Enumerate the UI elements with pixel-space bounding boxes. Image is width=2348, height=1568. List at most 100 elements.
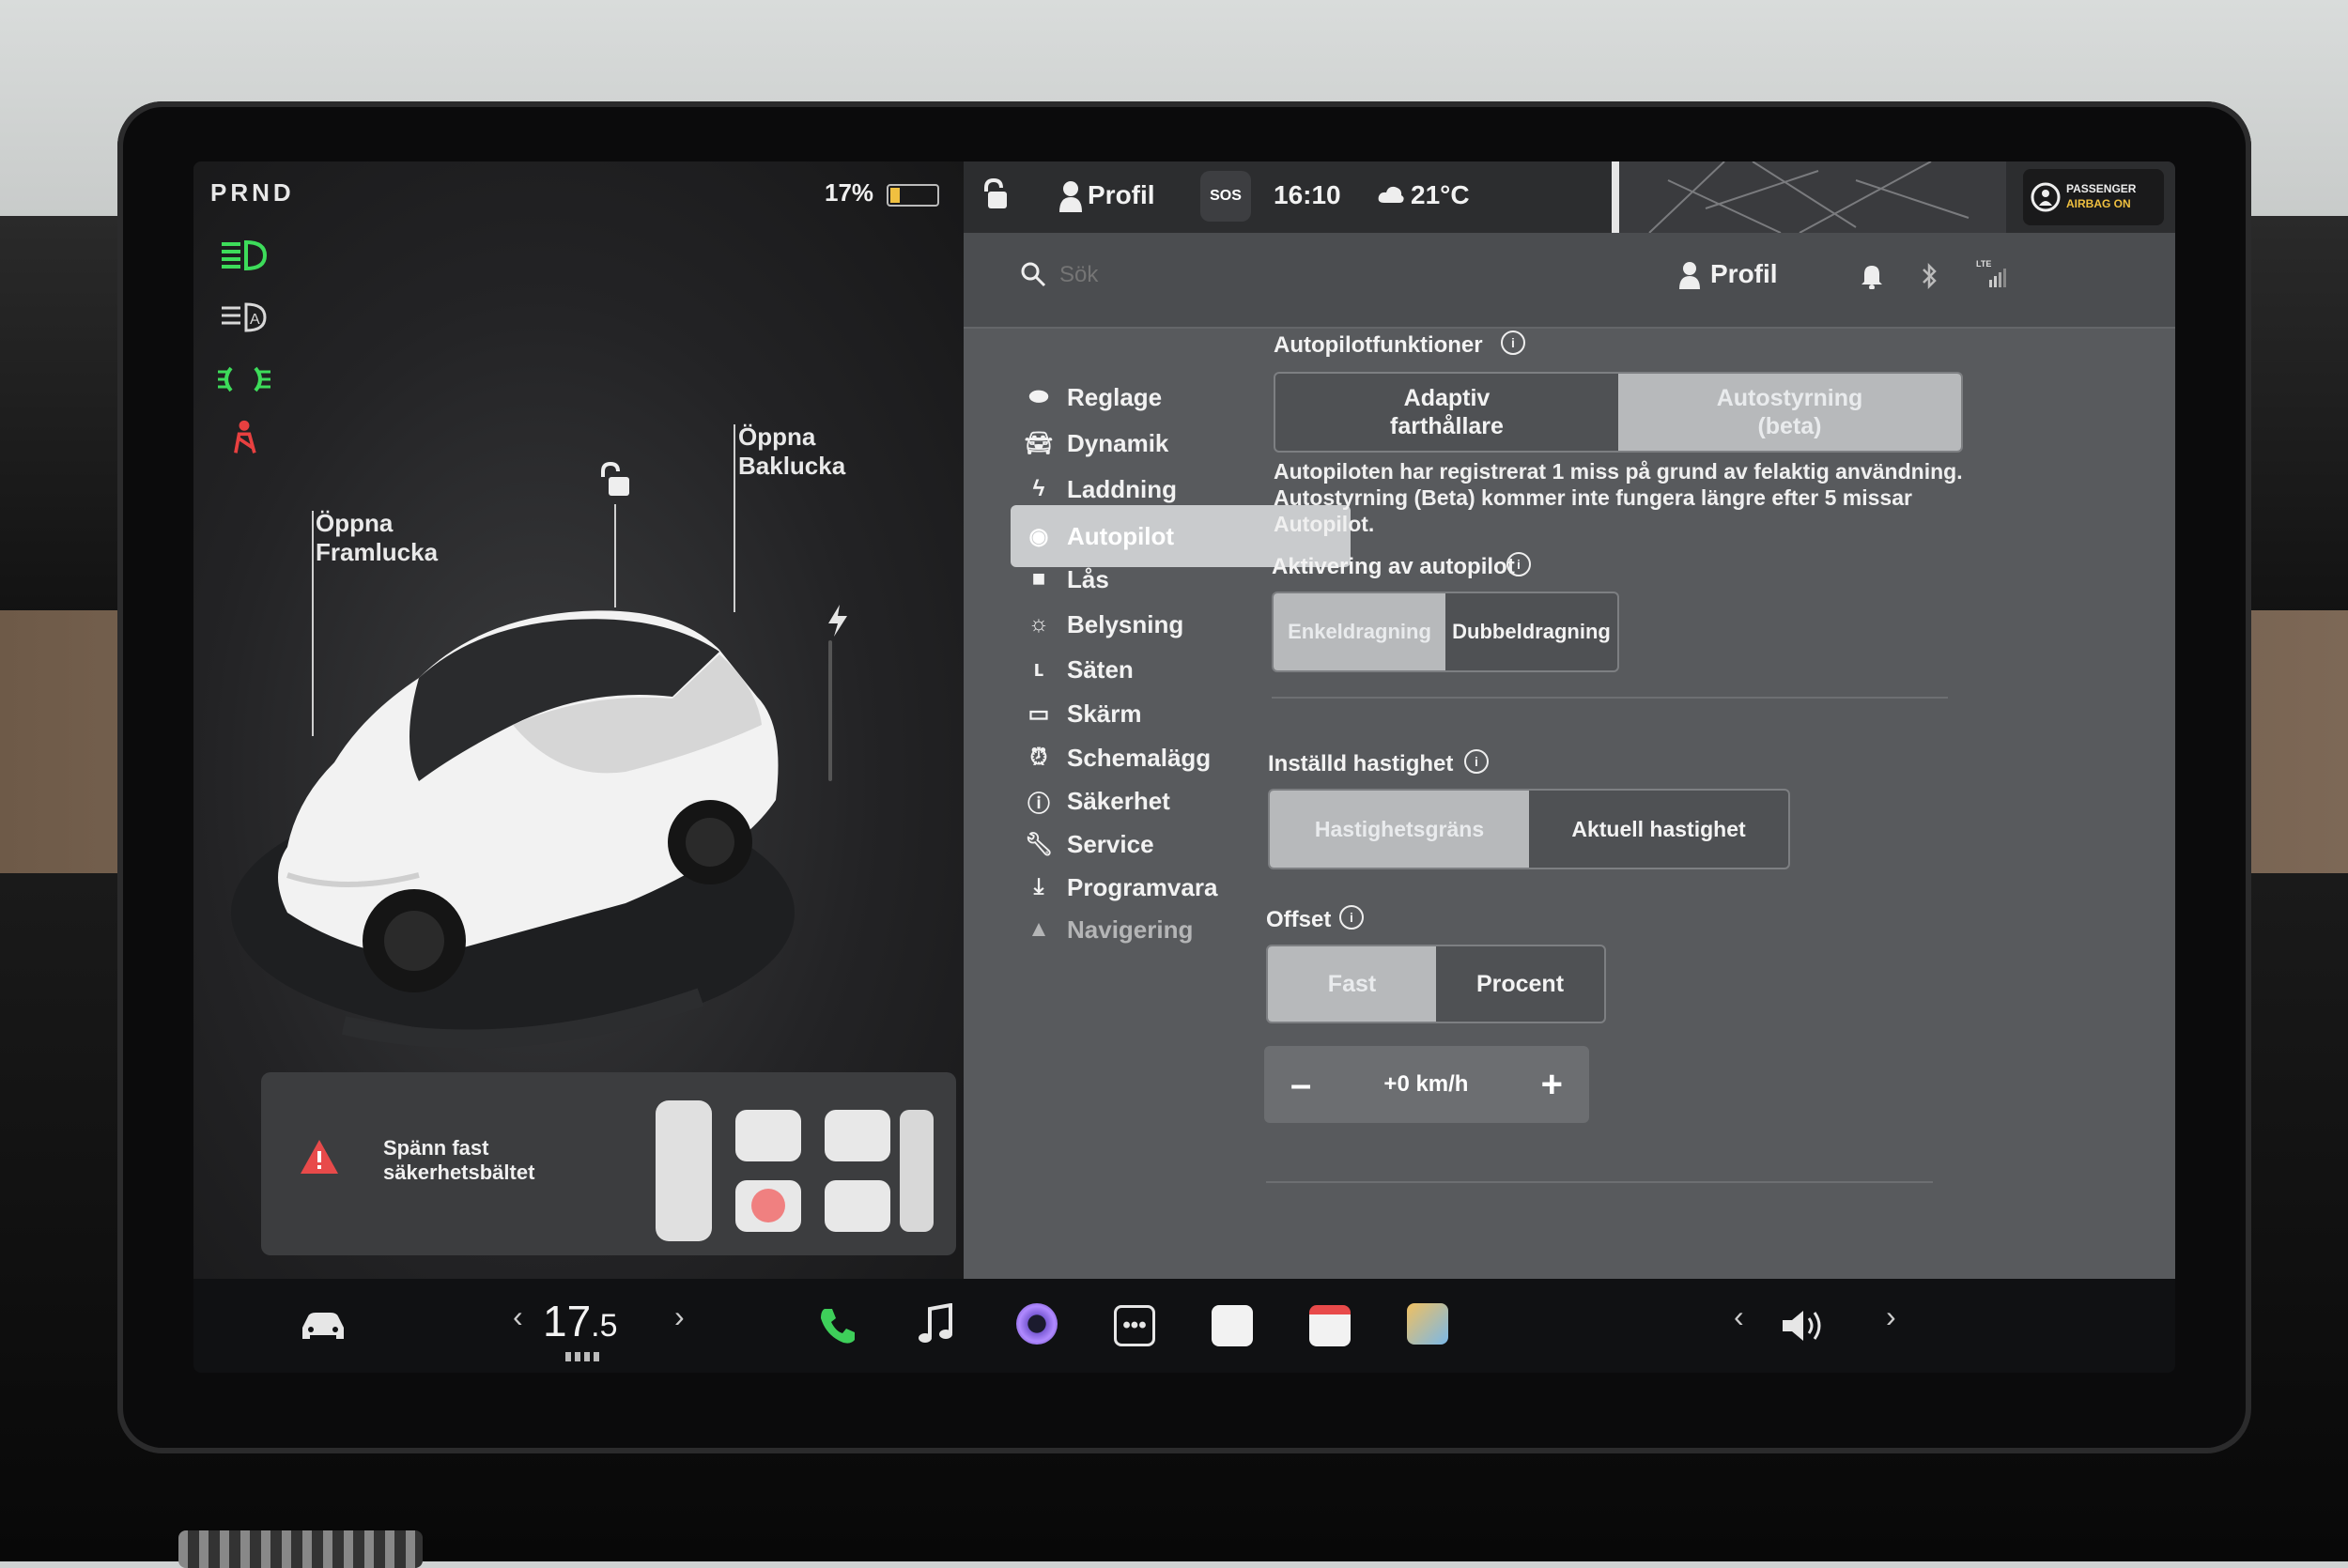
profile-icon[interactable]	[1677, 261, 1702, 289]
camera-icon[interactable]	[1016, 1303, 1058, 1345]
airbag-icon	[2031, 182, 2061, 212]
seatbelt-alert-text: Spänn fast säkerhetsbältet	[383, 1136, 535, 1184]
map-preview[interactable]	[1612, 161, 2006, 234]
clock: 16:10	[1274, 180, 1341, 209]
battery-level	[890, 188, 900, 203]
nav-item-label: Reglage	[1067, 382, 1163, 411]
battery-percent: 17%	[825, 178, 874, 207]
trunk-open-button[interactable]: Öppna Baklucka	[738, 423, 845, 481]
toggle-icon: ⬬	[1028, 384, 1049, 409]
seatbelt-warning-icon	[234, 420, 256, 453]
more-apps-icon[interactable]: •••	[1114, 1305, 1155, 1346]
search-icon[interactable]	[1020, 261, 1046, 287]
outside-temperature: 21°C	[1411, 180, 1470, 209]
bluetooth-icon[interactable]	[1920, 261, 1939, 291]
temp-integer: 17	[543, 1297, 592, 1345]
nav-item-label: Autopilot	[1067, 521, 1175, 550]
alert-circle-icon: ⓘ	[1027, 791, 1050, 817]
warning-triangle-icon	[301, 1140, 338, 1174]
offset-value: +0 km/h	[1383, 1071, 1469, 1097]
unlock-icon[interactable]	[597, 462, 631, 500]
option-double-pull[interactable]: Dubbeldragning	[1445, 593, 1617, 670]
nav-item-label: Skärm	[1067, 699, 1142, 728]
divider	[1272, 697, 1948, 699]
nav-item-label: Navigering	[1067, 915, 1194, 944]
autopilot-features-selector: Adaptiv farthållare Autostyrning (beta)	[1274, 372, 1963, 453]
info-icon[interactable]: i	[1506, 552, 1531, 576]
search-bar: Profil LTE	[964, 233, 2175, 329]
parking-lights-icon	[218, 366, 270, 392]
temp-decrease-button[interactable]: ‹	[513, 1299, 523, 1334]
option-autosteer-beta[interactable]: Autostyrning (beta)	[1618, 374, 1961, 451]
sos-button[interactable]: SOS	[1200, 171, 1251, 222]
lightning-icon: ϟ	[1032, 476, 1045, 501]
notes-icon[interactable]	[1212, 1305, 1253, 1346]
seatbelt-alert-card: Spänn fast säkerhetsbältet	[261, 1072, 956, 1255]
info-icon[interactable]: i	[1464, 749, 1489, 774]
option-current-speed[interactable]: Aktuell hastighet	[1529, 791, 1788, 868]
climate-temperature[interactable]: 17.5	[543, 1296, 618, 1346]
toybox-icon[interactable]	[1407, 1303, 1448, 1345]
option-fixed[interactable]: Fast	[1268, 946, 1436, 1022]
bell-icon[interactable]	[1861, 263, 1883, 289]
nav-item-label: Dynamik	[1067, 428, 1169, 457]
option-percent[interactable]: Procent	[1436, 946, 1604, 1022]
nav-item-label: Service	[1067, 829, 1154, 858]
settings-panel: Profil LTE ⬬Reglage 🚘︎Dynamik ϟLaddning …	[964, 233, 2175, 1279]
volume-decrease-button[interactable]: ‹	[1734, 1299, 1744, 1334]
offset-stepper: – +0 km/h +	[1264, 1046, 1589, 1123]
map-streets-image	[1612, 161, 1970, 234]
music-icon[interactable]	[917, 1303, 954, 1346]
offset-title: Offset	[1266, 907, 1332, 932]
car-icon: 🚘︎	[1024, 430, 1054, 456]
divider	[1266, 1181, 1933, 1183]
nav-item-label: Programvara	[1067, 872, 1218, 901]
navigation-arrow-icon: ▲	[1027, 916, 1050, 942]
nav-item-label: Belysning	[1067, 609, 1184, 638]
high-beam-icon	[222, 239, 268, 271]
wrench-icon: 🔧︎	[1024, 831, 1054, 857]
info-icon[interactable]: i	[1339, 905, 1364, 930]
option-single-pull[interactable]: Enkeldragning	[1274, 593, 1445, 670]
strike-notice: Autopiloten har registrerat 1 miss på gr…	[1274, 459, 1963, 536]
airbag-label-line2: AIRBAG ON	[2066, 197, 2131, 210]
activation-selector: Enkeldragning Dubbeldragning	[1272, 592, 1619, 672]
set-speed-title: Inställd hastighet	[1268, 751, 1454, 776]
seat-heater-icon	[565, 1352, 603, 1361]
display-bezel: PRND 17% A Öppna Framlucka Öppna Bakluck…	[117, 101, 2251, 1453]
nav-item-label: Lås	[1067, 564, 1109, 593]
sun-icon: ☼	[1028, 611, 1049, 637]
touchscreen: PRND 17% A Öppna Framlucka Öppna Bakluck…	[193, 161, 2175, 1373]
search-input[interactable]	[1058, 255, 1437, 295]
phone-icon[interactable]	[817, 1305, 858, 1346]
profile-button[interactable]: Profil	[1710, 259, 1778, 289]
option-adaptive-cruise[interactable]: Adaptiv farthållare	[1275, 374, 1618, 451]
steering-wheel-icon: ◉	[1028, 523, 1049, 549]
set-speed-selector: Hastighetsgräns Aktuell hastighet	[1268, 789, 1790, 869]
option-speed-limit[interactable]: Hastighetsgräns	[1270, 791, 1529, 868]
volume-increase-button[interactable]: ›	[1886, 1299, 1896, 1334]
info-icon[interactable]: i	[1501, 331, 1525, 355]
gear-selector: PRND	[210, 178, 295, 207]
volume-icon[interactable]	[1781, 1307, 1828, 1345]
profile-label[interactable]: Profil	[1088, 180, 1155, 210]
nav-item-label: Säten	[1067, 654, 1134, 684]
decrease-button[interactable]: –	[1290, 1064, 1311, 1106]
increase-button[interactable]: +	[1541, 1064, 1563, 1106]
display-icon: ▭	[1027, 700, 1050, 727]
calendar-icon[interactable]	[1309, 1305, 1351, 1346]
car-icon[interactable]	[299, 1311, 348, 1343]
air-vent	[178, 1530, 423, 1568]
seat-map-image	[656, 1100, 934, 1241]
cloud-icon	[1378, 186, 1404, 203]
lock-status-icon[interactable]	[981, 178, 1009, 212]
svg-text:A: A	[250, 312, 260, 328]
activation-title: Aktivering av autopilot	[1272, 554, 1515, 579]
download-icon: ⤓	[1033, 874, 1044, 899]
temp-increase-button[interactable]: ›	[674, 1299, 685, 1334]
airbag-label-line1: PASSENGER	[2066, 182, 2137, 195]
lock-icon: ■	[1031, 566, 1046, 592]
profile-icon[interactable]	[1058, 180, 1084, 212]
nav-item-label: Säkerhet	[1067, 786, 1170, 815]
auto-high-beam-icon: A	[222, 302, 267, 332]
